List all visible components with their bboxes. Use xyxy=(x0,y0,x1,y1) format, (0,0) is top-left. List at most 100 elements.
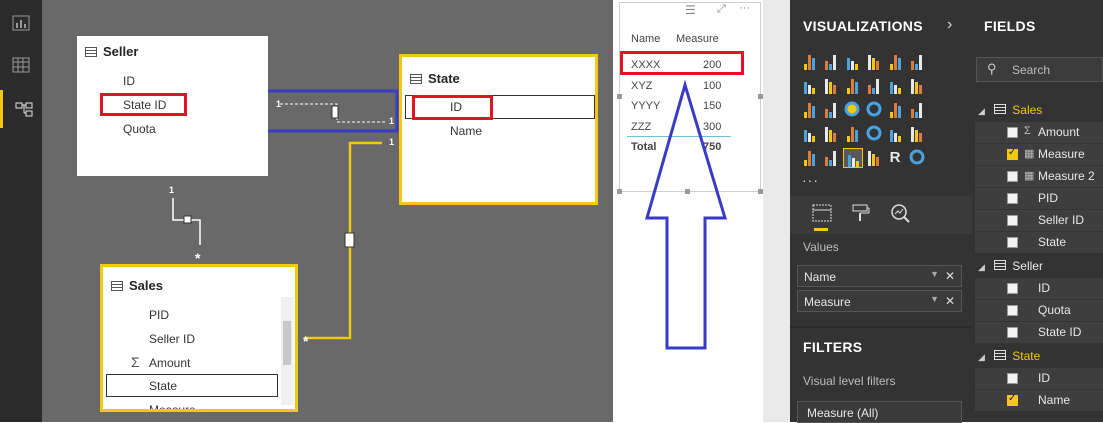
field-item[interactable]: ▦Measure xyxy=(975,144,1103,165)
relationships-canvas[interactable]: 1 1 1 1 * * Seller ID State ID Quota Sta… xyxy=(42,0,613,422)
line-chart-icon[interactable] xyxy=(800,76,818,94)
field-checkbox[interactable] xyxy=(1007,147,1018,160)
field-item[interactable]: State ID xyxy=(975,322,1103,343)
100-bar-icon[interactable] xyxy=(886,52,904,70)
shape-map-icon[interactable] xyxy=(822,124,840,142)
seller-table-card[interactable]: Seller ID State ID Quota xyxy=(77,36,268,176)
stacked-bar-icon[interactable] xyxy=(800,52,818,70)
field-checkbox[interactable] xyxy=(1007,327,1018,338)
filled-map-icon[interactable] xyxy=(800,124,818,142)
100-column-icon[interactable] xyxy=(908,52,926,70)
values-label: Values xyxy=(803,240,839,254)
field-checkbox[interactable] xyxy=(1007,215,1018,226)
sales-table-card[interactable]: Sales PID Seller ID Σ Amount State Measu… xyxy=(100,264,298,412)
sales-field-measure[interactable]: Measure xyxy=(149,403,196,409)
field-item[interactable]: PID xyxy=(975,188,1103,209)
scatter-icon[interactable] xyxy=(822,100,840,118)
remove-field-icon[interactable]: ✕ xyxy=(945,269,955,283)
expand-caret-icon[interactable]: ◢ xyxy=(978,262,985,272)
filter-card-measure[interactable]: Measure (All) xyxy=(797,401,962,423)
field-checkbox[interactable] xyxy=(1007,193,1018,204)
expand-caret-icon[interactable]: ◢ xyxy=(978,352,985,362)
line-column-icon[interactable] xyxy=(865,76,883,94)
clustered-column-icon[interactable] xyxy=(865,52,883,70)
field-group-state[interactable]: ◢ State xyxy=(978,349,1040,363)
report-view-icon[interactable] xyxy=(0,4,42,42)
field-item[interactable]: Seller ID xyxy=(975,210,1103,231)
stacked-area-icon[interactable] xyxy=(843,76,861,94)
dropdown-caret-icon[interactable]: ▼ xyxy=(930,294,939,304)
chevron-right-icon[interactable]: › xyxy=(947,16,952,34)
sales-field-pid[interactable]: PID xyxy=(149,308,169,322)
field-label: Name xyxy=(1038,393,1071,407)
remove-field-icon[interactable]: ✕ xyxy=(945,294,955,308)
scrollbar-thumb[interactable] xyxy=(283,321,291,365)
area-chart-icon[interactable] xyxy=(822,76,840,94)
globe-icon[interactable] xyxy=(908,148,926,166)
sales-field-amount[interactable]: Amount xyxy=(149,356,190,370)
fields-tab-icon[interactable] xyxy=(812,203,832,228)
sales-field-state[interactable]: State xyxy=(149,379,177,393)
field-item[interactable]: Σ Amount xyxy=(975,122,1103,143)
canvas-margin xyxy=(763,0,790,422)
visual-level-filters-label: Visual level filters xyxy=(803,374,896,388)
format-paint-roller-icon[interactable] xyxy=(851,203,871,228)
field-group-label: Sales xyxy=(1012,103,1043,117)
seller-field-id[interactable]: ID xyxy=(123,74,135,88)
sales-field-seller-id[interactable]: Seller ID xyxy=(149,332,195,346)
field-checkbox[interactable] xyxy=(1007,237,1018,248)
stacked-column-icon[interactable] xyxy=(822,52,840,70)
values-well-name[interactable]: Name ▼ ✕ xyxy=(797,265,962,287)
line-clustered-icon[interactable] xyxy=(886,76,904,94)
field-item[interactable]: Name xyxy=(975,390,1103,411)
field-item[interactable]: ID xyxy=(975,278,1103,299)
state-field-name[interactable]: Name xyxy=(450,124,482,138)
gauge-icon[interactable] xyxy=(865,124,883,142)
funnel-icon[interactable] xyxy=(843,124,861,142)
selected-row xyxy=(106,374,278,397)
field-item[interactable]: State xyxy=(975,232,1103,253)
analytics-magnifier-icon[interactable] xyxy=(890,203,910,228)
field-item[interactable]: ▦ Measure 2 xyxy=(975,166,1103,187)
waterfall-icon[interactable] xyxy=(800,100,818,118)
ribbon-chart-icon[interactable] xyxy=(908,76,926,94)
scrollbar[interactable] xyxy=(281,297,293,405)
table-visual[interactable]: ☰ ⤢ ··· Name Measure XXXX 200 XYZ 100 YY… xyxy=(613,0,763,422)
clustered-bar-icon[interactable] xyxy=(843,52,861,70)
pie-chart-icon[interactable] xyxy=(843,100,861,118)
field-checkbox[interactable] xyxy=(1007,127,1018,138)
kpi-icon[interactable] xyxy=(800,148,818,166)
expand-caret-icon[interactable]: ◢ xyxy=(978,106,985,116)
r-visual-icon[interactable]: R xyxy=(886,148,904,166)
fields-search-input[interactable]: ⚲ Search xyxy=(976,57,1103,82)
active-tab-indicator xyxy=(814,228,828,231)
dropdown-caret-icon[interactable]: ▼ xyxy=(930,269,939,279)
field-checkbox[interactable] xyxy=(1007,373,1018,384)
table-icon[interactable] xyxy=(843,148,863,168)
view-rail xyxy=(0,0,42,422)
field-checkbox[interactable] xyxy=(1007,305,1018,316)
multi-row-card-icon[interactable] xyxy=(908,124,926,142)
fields-title: FIELDS xyxy=(984,18,1036,34)
card-icon[interactable] xyxy=(886,124,904,142)
field-checkbox[interactable] xyxy=(1007,393,1018,406)
rel-one-label: 1 xyxy=(389,137,395,147)
field-item[interactable]: Quota xyxy=(975,300,1103,321)
field-checkbox[interactable] xyxy=(1007,283,1018,294)
relationships-view-icon[interactable] xyxy=(0,90,45,128)
more-visuals-icon[interactable]: ··· xyxy=(802,172,819,188)
matrix-icon[interactable] xyxy=(865,148,883,166)
donut-chart-icon[interactable] xyxy=(865,100,883,118)
field-label: ID xyxy=(1038,281,1050,295)
field-group-sales[interactable]: ◢ Sales xyxy=(978,103,1042,117)
field-group-seller[interactable]: ◢ Seller xyxy=(978,259,1043,273)
seller-field-quota[interactable]: Quota xyxy=(123,122,156,136)
slicer-icon[interactable] xyxy=(822,148,840,166)
state-table-card[interactable]: State ID Name xyxy=(399,54,598,205)
treemap-icon[interactable] xyxy=(886,100,904,118)
data-view-icon[interactable] xyxy=(0,46,42,84)
field-item[interactable]: ID xyxy=(975,368,1103,389)
values-well-measure[interactable]: Measure ▼ ✕ xyxy=(797,290,962,312)
field-checkbox[interactable] xyxy=(1007,171,1018,182)
map-icon[interactable] xyxy=(908,100,926,118)
